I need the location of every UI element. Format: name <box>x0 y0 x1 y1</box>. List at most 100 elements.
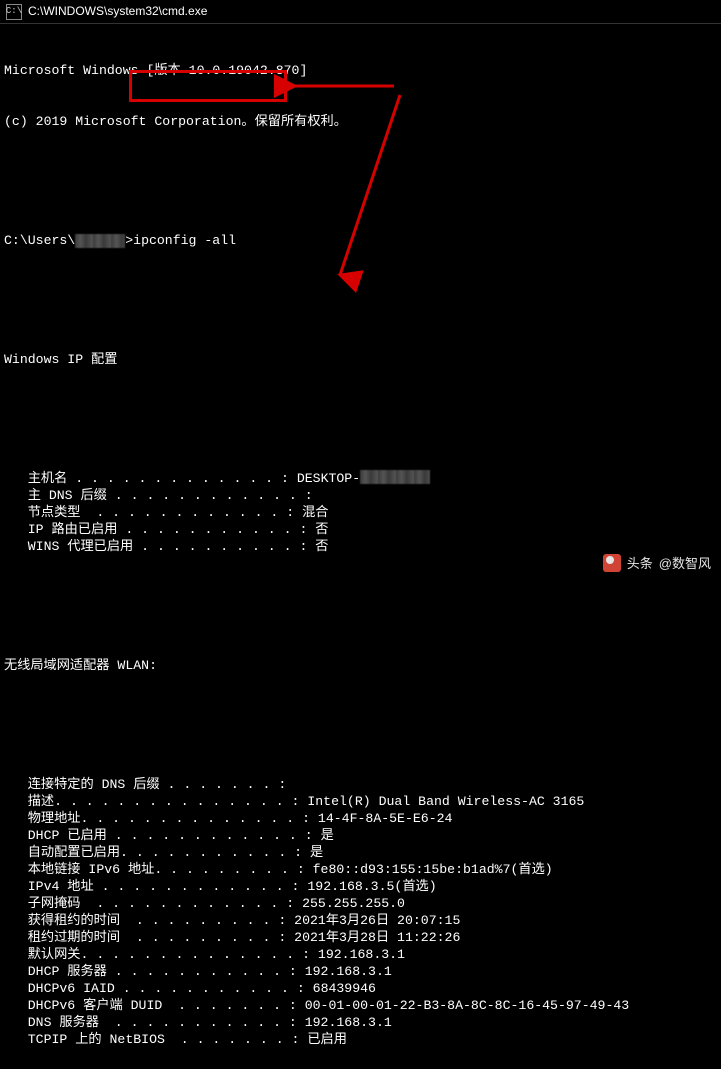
config-value: Intel(R) Dual Band Wireless-AC 3165 <box>307 793 584 810</box>
window-title: C:\WINDOWS\system32\cmd.exe <box>28 3 207 20</box>
config-colon: : <box>289 1014 305 1031</box>
config-value: 14-4F-8A-5E-E6-24 <box>318 810 453 827</box>
prompt-line: C:\Users\>ipconfig -all <box>4 232 717 249</box>
window-titlebar[interactable]: C:\ C:\WINDOWS\system32\cmd.exe <box>0 0 721 24</box>
config-value: 255.255.255.0 <box>302 895 405 912</box>
blank-line <box>4 164 717 181</box>
config-label: 本地链接 IPv6 地址. <box>4 861 162 878</box>
config-dots: . . . . . . . . . . . . . . <box>62 793 292 810</box>
config-dots: . . . . . . . . . . . . <box>94 878 292 895</box>
config-dots: . . . . . . . . . . <box>133 538 299 555</box>
config-row: TCPIP 上的 NetBIOS . . . . . . . : 已启用 <box>4 1031 717 1048</box>
config-row: DHCP 服务器 . . . . . . . . . . . : 192.168… <box>4 963 717 980</box>
config-row: 子网掩码 . . . . . . . . . . . . : 255.255.2… <box>4 895 717 912</box>
config-colon: : <box>302 946 318 963</box>
config-label: TCPIP 上的 NetBIOS <box>4 1031 165 1048</box>
config-value: 否 <box>315 538 328 555</box>
config-label: 租约过期的时间 <box>4 929 120 946</box>
config-colon: : <box>278 929 294 946</box>
config-value: 是 <box>321 827 334 844</box>
config-label: 节点类型 <box>4 504 81 521</box>
config-label: DNS 服务器 <box>4 1014 99 1031</box>
config-colon: : <box>292 793 308 810</box>
config-row: DHCP 已启用 . . . . . . . . . . . . : 是 <box>4 827 717 844</box>
prompt-caret: > <box>125 232 133 249</box>
config-row: 自动配置已启用. . . . . . . . . . . : 是 <box>4 844 717 861</box>
config-value: 192.168.3.1 <box>305 1014 392 1031</box>
config-value: fe80::d93:155:15be:b1ad%7(首选) <box>313 861 553 878</box>
config-value: 是 <box>310 844 323 861</box>
config-label: DHCPv6 IAID <box>4 980 115 997</box>
config-dots: . . . . . . . . . . . <box>99 1014 289 1031</box>
watermark-author: @数智风 <box>659 555 711 572</box>
blank-line <box>4 402 717 419</box>
config-label: 连接特定的 DNS 后缀 <box>4 776 160 793</box>
config-row: 描述. . . . . . . . . . . . . . . : Intel(… <box>4 793 717 810</box>
config-row: IP 路由已启用 . . . . . . . . . . . : 否 <box>4 521 717 538</box>
config-colon: : <box>292 1031 308 1048</box>
config-colon: : <box>297 980 313 997</box>
config-row: 物理地址. . . . . . . . . . . . . . : 14-4F-… <box>4 810 717 827</box>
config-row: 主 DNS 后缀 . . . . . . . . . . . . : <box>4 487 717 504</box>
config-label: 默认网关. <box>4 946 88 963</box>
config-colon: : <box>286 895 302 912</box>
config-dots: . . . . . . . <box>165 1031 292 1048</box>
config-row: DHCPv6 客户端 DUID . . . . . . . : 00-01-00… <box>4 997 717 1014</box>
config-label: DHCPv6 客户端 DUID <box>4 997 162 1014</box>
config-row: 连接特定的 DNS 后缀 . . . . . . . : <box>4 776 717 793</box>
config-dots: . . . . . . . . . . . . <box>107 487 305 504</box>
config-row: 获得租约的时间 . . . . . . . . . : 2021年3月26日 2… <box>4 912 717 929</box>
config-label: 主 DNS 后缀 <box>4 487 107 504</box>
config-row: 节点类型 . . . . . . . . . . . . : 混合 <box>4 504 717 521</box>
config-row: DNS 服务器 . . . . . . . . . . . : 192.168.… <box>4 1014 717 1031</box>
config-colon: : <box>286 504 302 521</box>
terminal-output[interactable]: Microsoft Windows [版本 10.0.19042.870] (c… <box>0 24 721 1069</box>
config-value: 68439946 <box>313 980 376 997</box>
config-dots: . . . . . . . . . . . . . <box>88 810 302 827</box>
cmd-icon: C:\ <box>6 4 22 20</box>
blank-line <box>4 708 717 725</box>
config-row: WINS 代理已启用 . . . . . . . . . . : 否 <box>4 538 717 555</box>
watermark-prefix: 头条 <box>627 555 653 572</box>
config-colon: : <box>292 878 308 895</box>
config-value: 192.168.3.1 <box>305 963 392 980</box>
config-dots: . . . . . . . . . . . <box>107 963 289 980</box>
copyright-line: (c) 2019 Microsoft Corporation。保留所有权利。 <box>4 113 717 130</box>
config-value: DESKTOP- <box>297 470 360 487</box>
config-label: 自动配置已启用. <box>4 844 128 861</box>
config-dots: . . . . . . . . . <box>120 929 278 946</box>
config-label: IPv4 地址 <box>4 878 94 895</box>
config-colon: : <box>281 470 297 487</box>
host-config-block: 主机名 . . . . . . . . . . . . . : DESKTOP-… <box>4 470 717 555</box>
config-dots: . . . . . . . . <box>162 861 297 878</box>
config-value: 2021年3月26日 20:07:15 <box>294 912 460 929</box>
config-value: 2021年3月28日 11:22:26 <box>294 929 460 946</box>
section-title-wlan: 无线局域网适配器 WLAN: <box>4 657 717 674</box>
section-title-ipconfig: Windows IP 配置 <box>4 351 717 368</box>
config-colon: : <box>289 997 305 1014</box>
config-dots: . . . . . . . . . <box>120 912 278 929</box>
config-dots: . . . . . . . . . . . . . <box>88 946 302 963</box>
watermark: 头条 @数智风 <box>603 554 711 572</box>
redacted-hostname <box>360 470 430 484</box>
config-colon: : <box>297 861 313 878</box>
redacted-username <box>75 234 125 248</box>
config-row: 租约过期的时间 . . . . . . . . . : 2021年3月28日 1… <box>4 929 717 946</box>
config-value: 混合 <box>302 504 328 521</box>
config-dots: . . . . . . . . . . . <box>115 980 297 997</box>
config-dots: . . . . . . . <box>162 997 289 1014</box>
config-colon: : <box>289 963 305 980</box>
typed-command: ipconfig -all <box>133 232 236 249</box>
config-dots: . . . . . . . . . . . . <box>81 504 287 521</box>
config-dots: . . . . . . . <box>160 776 279 793</box>
config-label: DHCP 服务器 <box>4 963 107 980</box>
config-label: 主机名 <box>4 470 67 487</box>
config-label: DHCP 已启用 <box>4 827 107 844</box>
config-value: 192.168.3.5(首选) <box>307 878 436 895</box>
config-colon: : <box>278 912 294 929</box>
config-value: 00-01-00-01-22-B3-8A-8C-8C-16-45-97-49-4… <box>305 997 629 1014</box>
blank-line <box>4 606 717 623</box>
config-label: 物理地址. <box>4 810 88 827</box>
config-colon: : <box>305 827 321 844</box>
config-label: WINS 代理已启用 <box>4 538 133 555</box>
